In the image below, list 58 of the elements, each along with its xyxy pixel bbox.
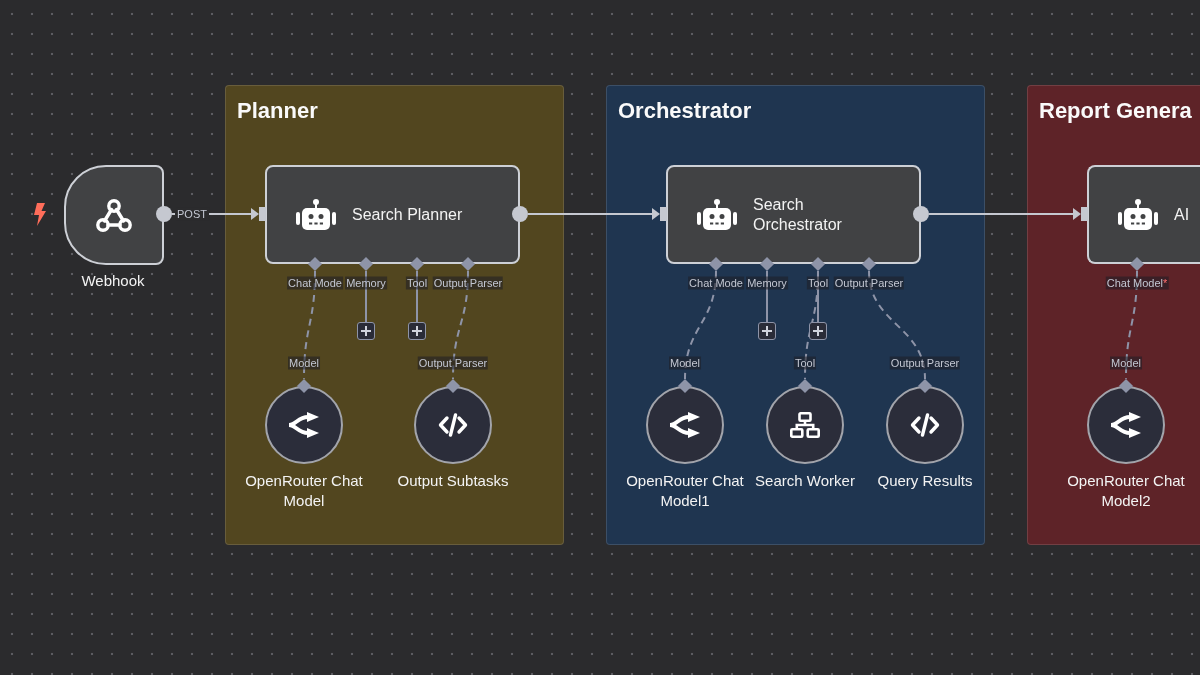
output-handle[interactable] (156, 206, 172, 222)
node-title: Search Worker (755, 471, 855, 491)
webhook-icon (95, 198, 133, 232)
sitemap-icon (790, 412, 820, 438)
add-button[interactable] (809, 322, 827, 340)
node-title: Webhook (81, 271, 145, 291)
agent-node[interactable]: Search Orchestrator (666, 165, 921, 264)
webhook-node[interactable] (64, 165, 164, 265)
connector-line (766, 270, 768, 323)
branching-arrows-icon (1110, 412, 1142, 438)
node-title: OpenRouter Chat Model1 (625, 471, 745, 511)
port-label: Output Parser (417, 356, 489, 370)
plus-icon (762, 326, 772, 336)
add-button[interactable] (357, 322, 375, 340)
code-icon (910, 413, 940, 437)
plus-icon (361, 326, 371, 336)
agent-node[interactable]: AI (1087, 165, 1200, 264)
port-label: Chat Mode (287, 276, 343, 290)
branching-arrows-icon (669, 412, 701, 438)
branching-arrows-icon (288, 412, 320, 438)
lightning-icon (34, 203, 46, 226)
port-label: Chat Mode (688, 276, 744, 290)
port-label: Memory (746, 276, 788, 290)
port-label: Model (669, 356, 701, 370)
robot-icon (697, 199, 737, 230)
connector-line (365, 270, 367, 323)
robot-icon (296, 199, 336, 230)
agent-node[interactable]: Search Planner (265, 165, 520, 264)
plus-icon (813, 326, 823, 336)
add-button[interactable] (758, 322, 776, 340)
port-label: Output Parser (432, 276, 504, 290)
output-handle[interactable] (512, 206, 528, 222)
code-icon (438, 413, 468, 437)
sticky-title: Planner (237, 98, 318, 124)
port-label: Chat Model* (1105, 276, 1169, 290)
plus-icon (412, 326, 422, 336)
port-label: Memory (345, 276, 387, 290)
input-handle[interactable] (1081, 207, 1088, 221)
connector-line (416, 270, 418, 323)
output-handle[interactable] (913, 206, 929, 222)
sticky-title: Orchestrator (618, 98, 752, 124)
node-title: OpenRouter Chat Model (244, 471, 364, 511)
port-label: Output Parser (889, 356, 961, 370)
port-label: Output Parser (833, 276, 905, 290)
port-label: Tool (405, 276, 429, 290)
connection-label: POST (175, 207, 209, 221)
input-handle[interactable] (660, 207, 667, 221)
add-button[interactable] (408, 322, 426, 340)
node-title: OpenRouter Chat Model2 (1066, 471, 1186, 511)
node-title: Output Subtasks (397, 471, 509, 491)
robot-icon (1118, 199, 1158, 230)
port-label: Model (1110, 356, 1142, 370)
node-title: Query Results (877, 471, 973, 491)
port-label: Tool (806, 276, 830, 290)
input-handle[interactable] (259, 207, 266, 221)
port-label: Tool (793, 356, 817, 370)
port-label: Model (288, 356, 320, 370)
sticky-title: Report Genera (1039, 98, 1192, 124)
